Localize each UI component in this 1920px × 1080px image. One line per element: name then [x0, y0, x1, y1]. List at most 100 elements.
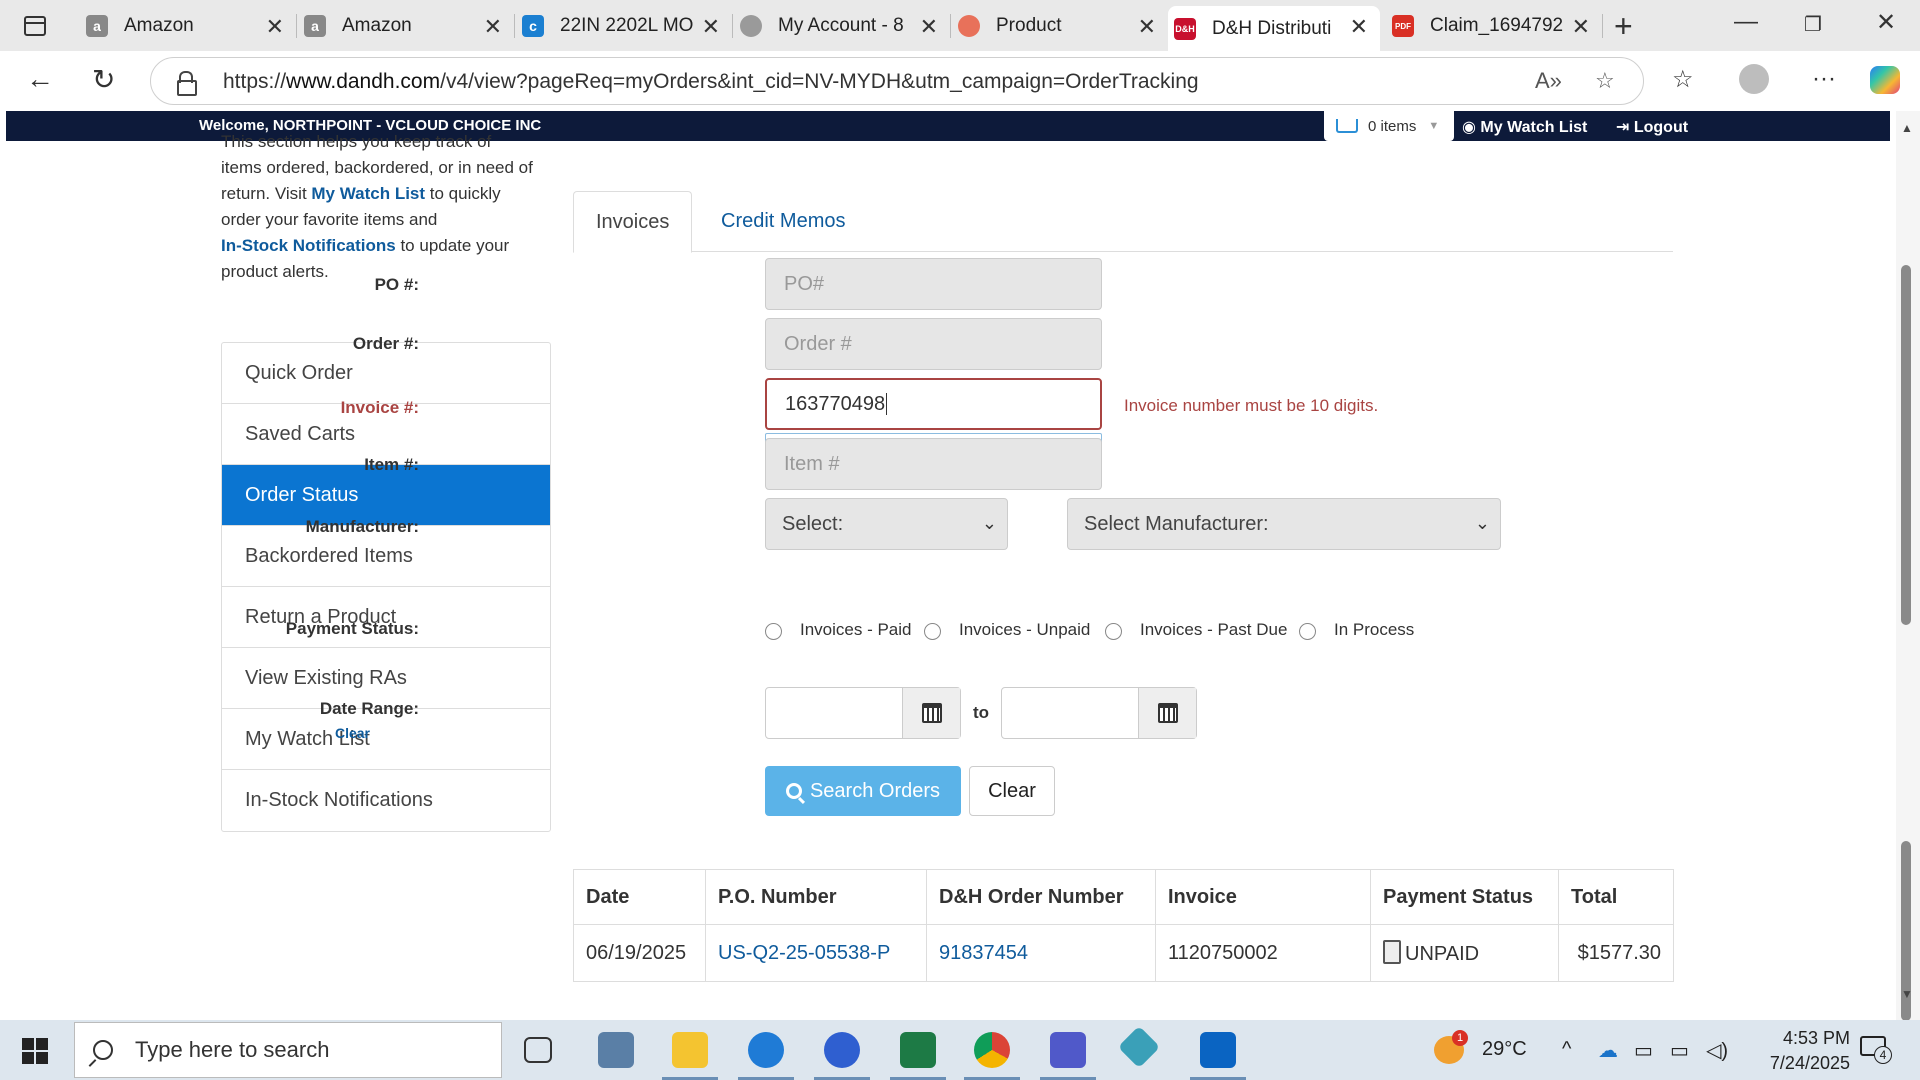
tab-title: Amazon [342, 15, 412, 36]
minimize-icon[interactable]: — [1734, 8, 1758, 36]
calendar-icon[interactable] [902, 688, 960, 738]
calendar-icon[interactable] [1138, 688, 1196, 738]
copilot-icon[interactable] [1870, 66, 1900, 94]
browser-tab[interactable]: c 22IN 2202L MO ✕ [522, 6, 733, 46]
scroll-down-icon[interactable]: ▼ [1901, 987, 1913, 1001]
browser-tab[interactable]: PDF Claim_1694792 ✕ [1392, 6, 1603, 46]
pdf-icon: PDF [1392, 15, 1414, 37]
order-total: $1577.30 [1558, 924, 1674, 982]
chevron-down-icon: ⌄ [1474, 513, 1490, 533]
scroll-up-icon[interactable]: ▲ [1901, 121, 1913, 135]
more-menu-icon[interactable]: ··· [1812, 65, 1836, 93]
tab-invoices[interactable]: Invoices [573, 191, 693, 253]
chevron-up-icon[interactable]: ^ [1562, 1038, 1571, 1061]
url-text[interactable]: https://www.dandh.com/v4/view?pageReq=my… [223, 70, 1199, 94]
close-tab-icon[interactable]: ✕ [920, 14, 938, 40]
back-arrow-icon[interactable]: ← [26, 63, 54, 95]
scrollbar-thumb[interactable] [1901, 265, 1911, 625]
po-number-link[interactable]: US-Q2-25-05538-P [705, 924, 927, 982]
page-scrollbar[interactable]: ▲ ▼ [1896, 111, 1920, 1021]
app-diamond-icon[interactable] [1117, 1025, 1161, 1069]
radio-in-process[interactable]: In Process [1299, 619, 1414, 640]
task-view-icon[interactable] [524, 1037, 552, 1063]
column-header[interactable]: D&H Order Number [926, 869, 1156, 925]
invoice-input[interactable]: 163770498 [765, 378, 1102, 430]
browser-tab[interactable]: a Amazon ✕ [304, 6, 515, 46]
restore-icon[interactable]: ❐ [1804, 12, 1822, 37]
favorites-icon[interactable]: ☆ [1672, 65, 1694, 94]
read-aloud-icon[interactable]: A» [1535, 68, 1562, 94]
sidebar-item-instock[interactable]: In-Stock Notifications [222, 770, 550, 831]
favorite-star-icon[interactable]: ☆ [1595, 68, 1615, 94]
date-from-input[interactable] [765, 687, 961, 739]
cart-count: 0 items [1368, 117, 1417, 135]
close-tab-icon[interactable]: ✕ [484, 14, 502, 40]
browser-tab[interactable]: Product ✕ [958, 6, 1169, 46]
system-clock[interactable]: 4:53 PM 7/24/2025 [1740, 1026, 1850, 1076]
search-orders-button[interactable]: Search Orders [765, 766, 961, 816]
temperature[interactable]: 29°C [1482, 1038, 1527, 1061]
volume-icon[interactable]: ◁) [1706, 1038, 1728, 1063]
address-bar[interactable]: https://www.dandh.com/v4/view?pageReq=my… [150, 57, 1644, 105]
clear-button[interactable]: Clear [969, 766, 1055, 816]
teams-icon[interactable] [1040, 1032, 1096, 1080]
column-header[interactable]: Invoice [1155, 869, 1371, 925]
radio-invoices-past-due[interactable]: Invoices - Past Due [1105, 619, 1287, 640]
order-input[interactable]: Order # [765, 318, 1102, 370]
network-icon[interactable]: ▭ [1670, 1038, 1689, 1063]
close-tab-icon[interactable]: ✕ [266, 14, 284, 40]
date-to-input[interactable] [1001, 687, 1197, 739]
window-close-icon[interactable]: ✕ [1876, 8, 1896, 37]
zoom-icon[interactable] [814, 1032, 870, 1080]
lock-icon[interactable] [177, 71, 197, 96]
battery-icon[interactable]: ▭ [1634, 1038, 1653, 1063]
tab-title: 22IN 2202L MO [560, 15, 694, 36]
browser-tab[interactable]: a Amazon ✕ [86, 6, 297, 46]
close-tab-icon[interactable]: ✕ [1138, 14, 1156, 40]
outlook-icon[interactable] [1190, 1032, 1246, 1080]
excel-icon[interactable] [890, 1032, 946, 1080]
taskbar-search[interactable]: Type here to search [74, 1022, 502, 1078]
chevron-down-icon: ▼ [1428, 120, 1440, 132]
item-input[interactable]: Item # [765, 438, 1102, 490]
notifications-icon[interactable]: 4 [1860, 1034, 1892, 1064]
windows-start-icon[interactable] [22, 1038, 48, 1064]
payment-status-label: Payment Status: [285, 619, 419, 638]
cart-dropdown[interactable]: 0 items ▼ [1324, 111, 1454, 141]
close-tab-icon[interactable]: ✕ [1350, 14, 1368, 40]
tab-credit-memos[interactable]: Credit Memos [699, 191, 867, 252]
browser-tab-strip: a Amazon ✕ a Amazon ✕ c 22IN 2202L MO ✕ … [0, 0, 1920, 51]
watch-list-link[interactable]: ◉ My Watch List [1462, 117, 1587, 137]
column-header[interactable]: Total [1558, 869, 1674, 925]
profile-avatar[interactable] [1739, 64, 1769, 94]
calculator-icon[interactable] [598, 1032, 634, 1068]
onedrive-icon[interactable]: ☁ [1598, 1038, 1618, 1063]
logout-link[interactable]: ⇥ Logout [1616, 117, 1688, 137]
column-header[interactable]: P.O. Number [705, 869, 927, 925]
column-header[interactable]: Date [573, 869, 706, 925]
edge-icon[interactable] [738, 1032, 794, 1080]
manufacturer-name-select[interactable]: Select Manufacturer: ⌄ [1067, 498, 1501, 550]
tab-actions-icon[interactable] [18, 11, 52, 41]
weather-badge: 1 [1452, 1030, 1468, 1046]
watch-list-intro-link[interactable]: My Watch List [311, 184, 425, 203]
manufacturer-select[interactable]: Select: ⌄ [765, 498, 1008, 550]
date-clear-link[interactable]: Clear [335, 725, 370, 741]
chrome-icon[interactable] [964, 1032, 1020, 1080]
manufacturer-label: Manufacturer: [305, 517, 419, 536]
instock-intro-link[interactable]: In-Stock Notifications [221, 236, 396, 255]
po-input[interactable]: PO# [765, 258, 1102, 310]
close-tab-icon[interactable]: ✕ [1572, 14, 1590, 40]
column-header[interactable]: Payment Status [1370, 869, 1559, 925]
radio-invoices-unpaid[interactable]: Invoices - Unpaid [924, 619, 1090, 640]
new-tab-icon[interactable]: + [1614, 8, 1633, 45]
document-icon[interactable] [1383, 940, 1401, 964]
browser-tab-active[interactable]: D&H D&H Distributi ✕ [1168, 6, 1380, 51]
item-label: Item #: [364, 455, 419, 474]
file-explorer-icon[interactable] [662, 1032, 718, 1080]
order-number-link[interactable]: 91837454 [926, 924, 1156, 982]
radio-invoices-paid[interactable]: Invoices - Paid [765, 619, 912, 640]
close-tab-icon[interactable]: ✕ [702, 14, 720, 40]
refresh-icon[interactable]: ↻ [92, 63, 115, 96]
browser-tab[interactable]: My Account - 8 ✕ [740, 6, 951, 46]
